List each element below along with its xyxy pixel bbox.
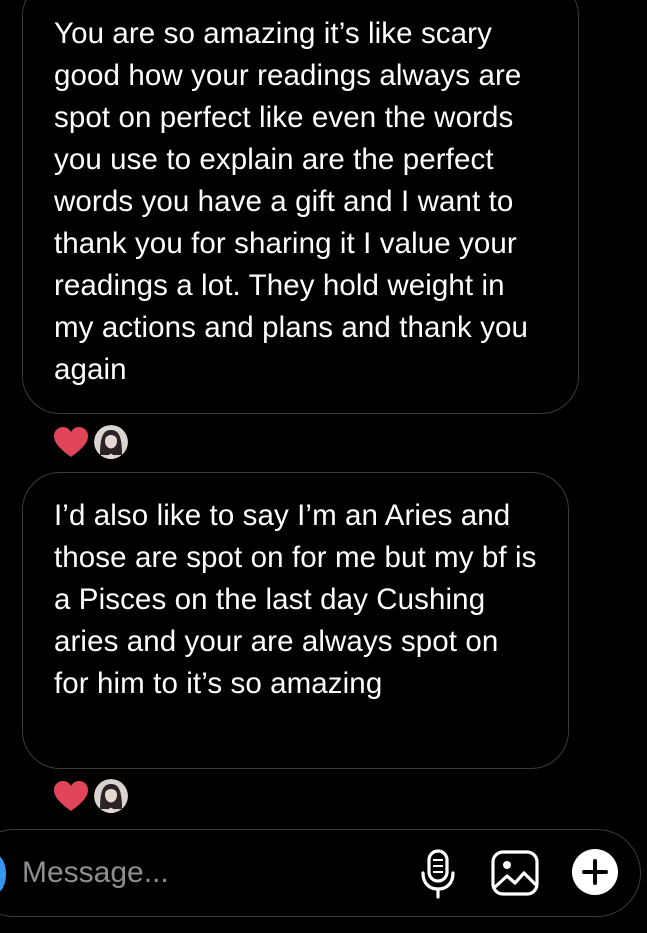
message-reaction[interactable] xyxy=(52,776,128,816)
heart-icon xyxy=(54,781,88,811)
message-reaction[interactable] xyxy=(52,422,128,462)
microphone-button[interactable] xyxy=(418,848,458,900)
gallery-icon xyxy=(491,850,539,896)
add-button[interactable] xyxy=(570,847,620,897)
gallery-button[interactable] xyxy=(488,847,542,899)
heart-icon xyxy=(54,427,88,457)
avatar xyxy=(94,779,128,813)
message-text: I’d also like to say I’m an Aries and th… xyxy=(54,499,537,700)
message-bubble[interactable]: I’d also like to say I’m an Aries and th… xyxy=(22,472,569,769)
message-input[interactable]: Message... xyxy=(22,852,169,894)
microphone-icon xyxy=(421,849,455,899)
plus-icon xyxy=(572,849,618,895)
message-bubble[interactable]: You are so amazing it’s like scary good … xyxy=(22,0,579,414)
message-text: You are so amazing it’s like scary good … xyxy=(54,17,529,386)
avatar xyxy=(94,425,128,459)
dm-thread-screen: You are so amazing it’s like scary good … xyxy=(0,0,647,933)
